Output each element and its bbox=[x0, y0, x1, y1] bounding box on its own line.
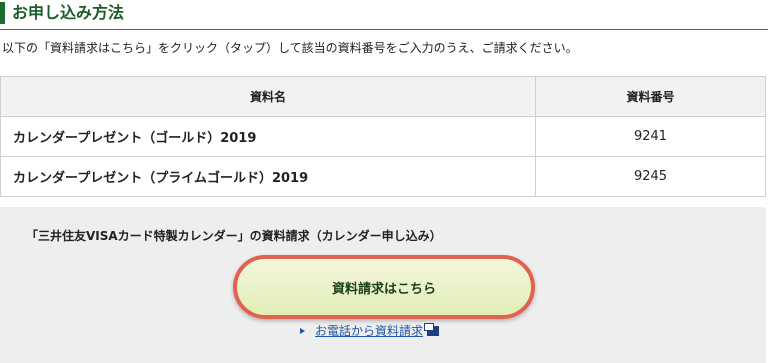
column-header-name: 資料名 bbox=[0, 76, 536, 117]
triangle-bullet-icon bbox=[300, 328, 305, 334]
request-materials-button[interactable]: 資料請求はこちら bbox=[233, 255, 535, 319]
document-number: 9245 bbox=[534, 156, 767, 197]
document-number: 9241 bbox=[534, 116, 767, 157]
request-panel: 「三井住友VISAカード特製カレンダー」の資料請求（カレンダー申し込み） 資料請… bbox=[0, 207, 766, 363]
table-header-row: 資料名 資料番号 bbox=[0, 76, 767, 117]
document-name: カレンダープレゼント（ゴールド）2019 bbox=[0, 116, 536, 157]
new-window-icon bbox=[424, 323, 440, 336]
documents-table: 資料名 資料番号 カレンダープレゼント（ゴールド）2019 9241 カレンダー… bbox=[0, 76, 767, 197]
section-heading: お申し込み方法 bbox=[0, 0, 768, 30]
document-name: カレンダープレゼント（プライムゴールド）2019 bbox=[0, 156, 536, 197]
heading-accent-bar bbox=[0, 2, 5, 24]
phone-request-link-text[interactable]: お電話から資料請求 bbox=[315, 323, 423, 339]
request-panel-title: 「三井住友VISAカード特製カレンダー」の資料請求（カレンダー申し込み） bbox=[26, 229, 442, 243]
column-header-number: 資料番号 bbox=[534, 76, 767, 117]
table-row: カレンダープレゼント（プライムゴールド）2019 9245 bbox=[0, 156, 767, 197]
phone-request-link[interactable]: お電話から資料請求 bbox=[300, 323, 440, 339]
table-row: カレンダープレゼント（ゴールド）2019 9241 bbox=[0, 116, 767, 157]
intro-text: 以下の「資料請求はこちら」をクリック（タップ）して該当の資料番号をご入力のうえ、… bbox=[2, 41, 578, 55]
section-title: お申し込み方法 bbox=[12, 3, 125, 22]
